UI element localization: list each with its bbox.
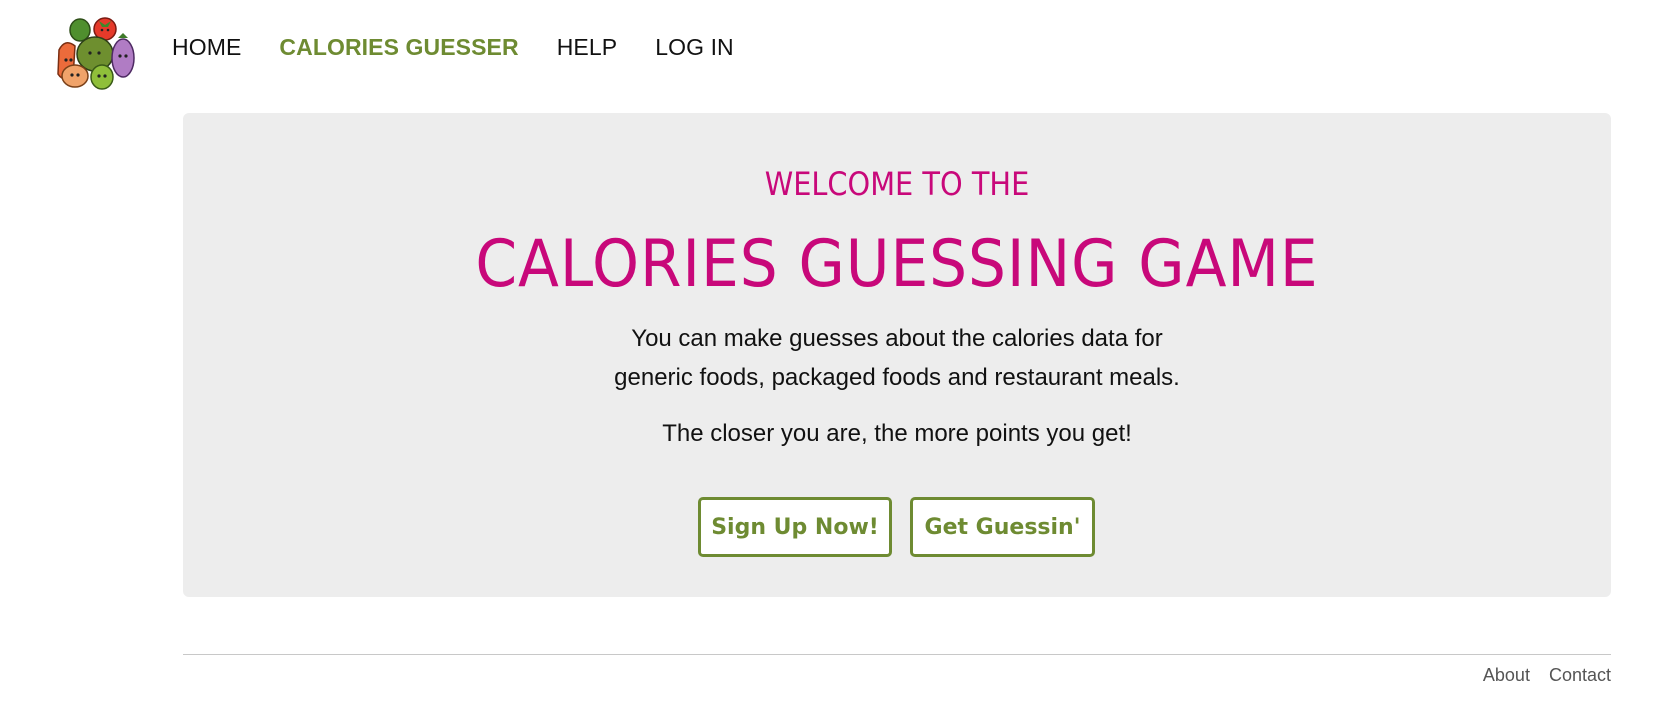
footer-contact-link[interactable]: Contact xyxy=(1549,665,1611,686)
hero-title: CALORIES GUESSING GAME xyxy=(475,227,1319,302)
sign-up-button[interactable]: Sign Up Now! xyxy=(698,497,892,557)
get-guessin-button[interactable]: Get Guessin' xyxy=(910,497,1095,557)
hero-description-line-2: generic foods, packaged foods and restau… xyxy=(614,364,1180,391)
vegetables-logo-icon[interactable] xyxy=(55,16,139,92)
nav-help[interactable]: HELP xyxy=(557,34,617,61)
hero-panel: WELCOME TO THE CALORIES GUESSING GAME Yo… xyxy=(183,113,1611,597)
hero-tagline: The closer you are, the more points you … xyxy=(662,420,1132,447)
hero-description: You can make guesses about the calories … xyxy=(183,319,1611,397)
hero-welcome-text: WELCOME TO THE xyxy=(764,165,1030,203)
nav-log-in[interactable]: LOG IN xyxy=(655,34,734,61)
nav-calories-guesser[interactable]: CALORIES GUESSER xyxy=(279,34,518,61)
footer-divider xyxy=(183,654,1611,655)
hero-description-line-1: You can make guesses about the calories … xyxy=(631,325,1163,352)
footer-about-link[interactable]: About xyxy=(1483,665,1530,686)
footer-links: About Contact xyxy=(1464,665,1611,686)
main-nav: HOME CALORIES GUESSER HELP LOG IN xyxy=(172,34,772,61)
nav-home[interactable]: HOME xyxy=(172,34,241,61)
